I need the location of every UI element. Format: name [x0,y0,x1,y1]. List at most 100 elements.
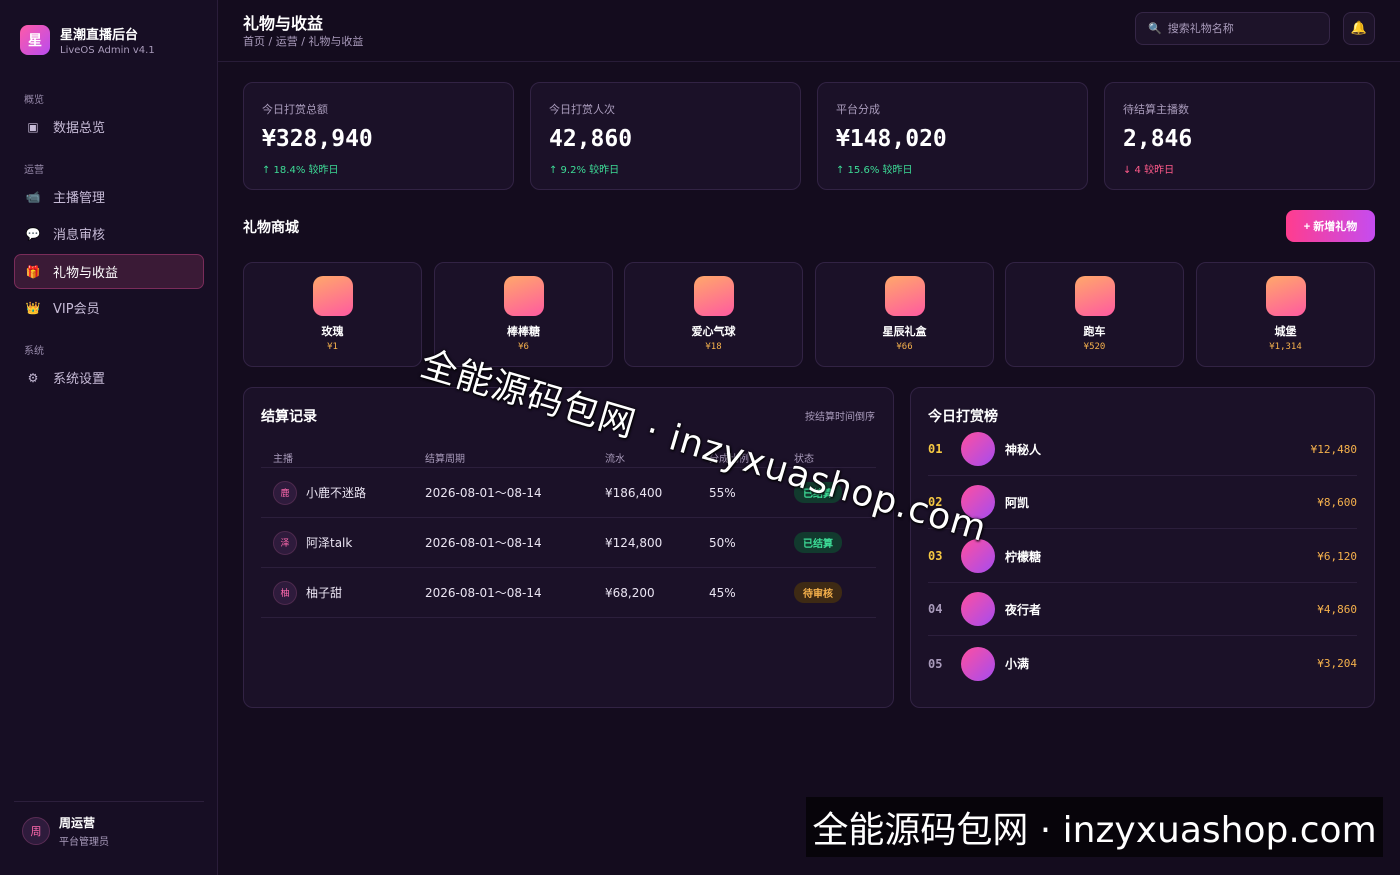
table-row[interactable]: 泽阿泽talk 2026-08-01～08-14 ¥124,800 50% 已结… [261,518,876,568]
avatar: 鹿 [273,480,297,505]
settlement-flow: ¥68,200 [605,585,655,600]
brand-subtitle: LiveOS Admin v4.1 [60,45,155,56]
user-role: 平台管理员 [59,837,109,848]
gift-name: 玫瑰 [321,325,344,338]
gift-name: 城堡 [1274,325,1297,338]
gift-image [503,276,544,316]
sidebar-item-settings[interactable]: ⚙ 系统设置 [14,360,204,395]
bell-icon[interactable]: 🔔 [1343,12,1375,45]
sidebar-item-messages[interactable]: 💬 消息审核 [14,216,204,251]
leaderboard-row[interactable]: 05 小满 ¥3,204 [928,637,1357,690]
stat-trend: ↑ 15.6% 较昨日 [836,165,913,176]
rank-number: 05 [928,656,943,671]
watermark-banner: 全能源码包网 · inzyxuashop.com [806,797,1383,857]
column-header: 结算周期 [425,454,465,465]
gift-price: ¥1 [327,342,338,352]
gift-image [312,276,353,316]
gift-card[interactable]: 爱心气球 ¥18 [624,262,803,367]
sidebar-item-dashboard[interactable]: ▣ 数据总览 [14,109,204,144]
gift-card[interactable]: 城堡 ¥1,314 [1196,262,1375,367]
gift-price: ¥1,314 [1269,342,1302,352]
gift-shop-title: 礼物商城 [243,220,299,236]
stat-value: ¥328,940 [262,126,373,152]
settlement-period: 2026-08-01～08-14 [425,486,542,500]
brand-title: 星潮直播后台 [60,28,139,43]
sidebar-item-gifts[interactable]: 🎁 礼物与收益 [14,254,204,289]
gift-image [1265,276,1306,316]
gift-price: ¥520 [1083,342,1106,352]
search-box[interactable]: 🔍 [1135,12,1330,45]
rank-amount: ¥3,204 [1317,657,1357,670]
add-gift-button[interactable]: + 新增礼物 [1286,210,1375,242]
stat-label: 今日打赏总额 [262,103,328,116]
anchor-name: 柚子甜 [306,586,343,600]
brand-logo: 星 [20,25,50,55]
stat-label: 平台分成 [836,103,880,116]
stat-trend: ↑ 18.4% 较昨日 [262,165,339,176]
leaderboard-row[interactable]: 03 柠檬糖 ¥6,120 [928,530,1357,583]
gift-card[interactable]: 跑车 ¥520 [1005,262,1184,367]
user-name: 周运营 [59,816,96,830]
settlement-title: 结算记录 [261,409,317,425]
stat-value: ¥148,020 [836,126,947,152]
column-header: 主播 [273,454,293,465]
gift-name: 爱心气球 [691,325,736,338]
brand: 星 星潮直播后台 LiveOS Admin v4.1 [20,24,155,56]
rank-number: 03 [928,549,943,563]
sidebar: 星 星潮直播后台 LiveOS Admin v4.1 概览 ▣ 数据总览 运营 … [0,0,218,875]
breadcrumb[interactable]: 首页 / 运营 / 礼物与收益 [243,33,363,49]
leaderboard-row[interactable]: 04 夜行者 ¥4,860 [928,583,1357,636]
stat-card-tip-count: 今日打赏人次 42,860 ↑ 9.2% 较昨日 [530,82,801,190]
sidebar-item-label: 系统设置 [53,372,106,387]
gift-name: 星辰礼盒 [882,325,927,338]
avatar: 柚 [273,580,297,605]
status-badge: 已结算 [794,532,842,553]
nav-group-label: 系统 [24,346,44,357]
rank-number: 01 [928,442,943,456]
sidebar-item-anchors[interactable]: 📹 主播管理 [14,179,204,214]
stat-card-total-tips: 今日打赏总额 ¥328,940 ↑ 18.4% 较昨日 [243,82,514,190]
settlement-panel: 结算记录 按结算时间倒序 主播 结算周期 流水 分成比例 状态 鹿小鹿不迷路 2… [243,387,894,708]
stat-trend: ↓ 4 较昨日 [1123,165,1175,176]
rank-amount: ¥4,860 [1317,602,1357,616]
gift-price: ¥66 [896,342,913,352]
search-input[interactable] [1167,22,1318,35]
sidebar-item-label: 消息审核 [53,228,106,243]
stat-card-pending-anchors: 待结算主播数 2,846 ↓ 4 较昨日 [1104,82,1375,190]
avatar [961,592,995,626]
gift-image [693,276,734,316]
sidebar-item-label: 主播管理 [53,191,106,206]
settlement-period: 2026-08-01～08-14 [425,536,542,550]
stat-label: 今日打赏人次 [549,103,615,116]
top-header: 礼物与收益 首页 / 运营 / 礼物与收益 🔍 🔔 [218,0,1400,62]
sort-note[interactable]: 按结算时间倒序 [805,408,875,423]
nav-group-label: 运营 [24,165,44,176]
gift-name: 跑车 [1083,325,1106,338]
sidebar-divider [14,801,204,802]
settlement-flow: ¥124,800 [605,535,663,550]
sidebar-item-label: VIP会员 [53,302,100,317]
column-header: 流水 [605,454,625,465]
search-icon: 🔍 [1148,22,1162,35]
settlement-flow: ¥186,400 [605,485,663,500]
rank-amount: ¥8,600 [1317,495,1357,509]
gift-card[interactable]: 星辰礼盒 ¥66 [815,262,994,367]
stat-card-platform-share: 平台分成 ¥148,020 ↑ 15.6% 较昨日 [817,82,1088,190]
sidebar-item-vip[interactable]: 👑 VIP会员 [14,290,204,325]
rank-amount: ¥6,120 [1317,549,1357,563]
avatar: 周 [22,817,50,845]
gift-name: 棒棒糖 [507,325,540,338]
avatar: 泽 [273,530,297,555]
share-ratio: 45% [709,585,736,600]
speech-bubble-icon: 💬 [25,226,41,241]
stat-value: 2,846 [1123,126,1193,152]
gift-card[interactable]: 玫瑰 ¥1 [243,262,422,367]
page-title: 礼物与收益 [243,14,324,33]
user-profile[interactable]: 周 周运营 平台管理员 [22,814,109,848]
table-row[interactable]: 柚柚子甜 2026-08-01～08-14 ¥68,200 45% 待审核 [261,568,876,618]
rank-name: 神秘人 [1005,442,1042,457]
leaderboard-row[interactable]: 01 神秘人 ¥12,480 [928,423,1357,476]
settlement-period: 2026-08-01～08-14 [425,586,542,600]
anchor-name: 阿泽talk [306,536,353,550]
stat-trend: ↑ 9.2% 较昨日 [549,165,620,176]
